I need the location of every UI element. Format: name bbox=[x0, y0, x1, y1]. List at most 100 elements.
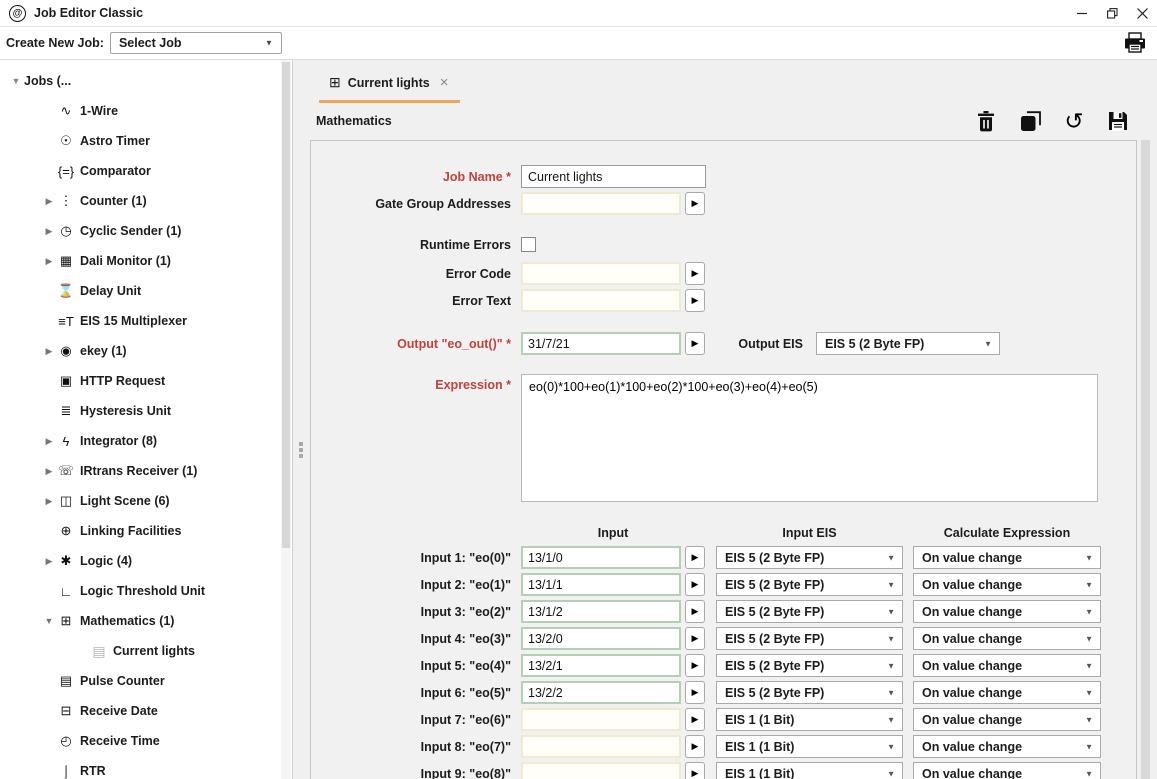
tree-item-ekey[interactable]: ▶ ◉ ekey (1) bbox=[0, 336, 292, 366]
tree-expander-icon[interactable]: ▶ bbox=[41, 466, 57, 477]
minimize-button[interactable] bbox=[1067, 0, 1097, 26]
sidebar-scrollbar-thumb[interactable] bbox=[282, 62, 290, 548]
input-eis-select[interactable]: EIS 1 (1 Bit) ▼ bbox=[716, 708, 903, 731]
tree-expander-icon[interactable]: ▼ bbox=[8, 76, 24, 86]
tree-expander-icon[interactable]: ▶ bbox=[41, 226, 57, 237]
runtime-errors-checkbox[interactable] bbox=[521, 237, 536, 252]
calculate-expression-select[interactable]: On value change ▼ bbox=[913, 627, 1101, 650]
print-button[interactable] bbox=[1123, 32, 1147, 54]
tree-item-irtrans-receiver[interactable]: ▶ ☏ IRtrans Receiver (1) bbox=[0, 456, 292, 486]
input-eis-select[interactable]: EIS 1 (1 Bit) ▼ bbox=[716, 735, 903, 758]
input-address-picker-button[interactable]: ▶ bbox=[685, 573, 705, 596]
tree-expander-icon[interactable]: ▶ bbox=[41, 556, 57, 567]
sidebar-scrollbar[interactable] bbox=[281, 60, 291, 779]
tree-item-rtr[interactable]: ⌡ RTR bbox=[0, 756, 292, 779]
input-address-picker-button[interactable]: ▶ bbox=[685, 627, 705, 650]
input-address-field[interactable] bbox=[521, 681, 681, 704]
job-type-select[interactable]: Select Job ▼ bbox=[110, 32, 282, 54]
calculate-expression-select[interactable]: On value change ▼ bbox=[913, 708, 1101, 731]
input-eis-select[interactable]: EIS 5 (2 Byte FP) ▼ bbox=[716, 546, 903, 569]
tree-item-receive-date[interactable]: ⊟ Receive Date bbox=[0, 696, 292, 726]
main-scrollbar-thumb[interactable] bbox=[1141, 140, 1150, 779]
input-address-picker-button[interactable]: ▶ bbox=[685, 762, 705, 779]
output-address-input[interactable] bbox=[521, 332, 681, 355]
undo-button[interactable]: ↺ bbox=[1062, 109, 1086, 133]
main-scrollbar[interactable] bbox=[1140, 140, 1151, 779]
error-code-picker-button[interactable]: ▶ bbox=[685, 262, 705, 285]
input-address-field[interactable] bbox=[521, 654, 681, 677]
sidebar-splitter[interactable] bbox=[293, 60, 309, 779]
close-button[interactable] bbox=[1127, 0, 1157, 26]
tree-expander-icon[interactable]: ▶ bbox=[41, 256, 57, 267]
calculate-expression-select[interactable]: On value change ▼ bbox=[913, 573, 1101, 596]
tree-item-dali-monitor[interactable]: ▶ ▦ Dali Monitor (1) bbox=[0, 246, 292, 276]
delete-button[interactable] bbox=[974, 109, 998, 133]
calculate-expression-value: On value change bbox=[922, 578, 1022, 592]
save-button[interactable] bbox=[1106, 109, 1130, 133]
restore-button[interactable] bbox=[1097, 0, 1127, 26]
tree-item-light-scene[interactable]: ▶ ◫ Light Scene (6) bbox=[0, 486, 292, 516]
calculate-expression-select[interactable]: On value change ▼ bbox=[913, 546, 1101, 569]
input-address-field[interactable] bbox=[521, 600, 681, 623]
tree-expander-icon[interactable]: ▶ bbox=[41, 346, 57, 357]
input-address-field[interactable] bbox=[521, 708, 681, 731]
tree-item-mathematics[interactable]: ▼ ⊞ Mathematics (1) bbox=[0, 606, 292, 636]
input-address-field[interactable] bbox=[521, 762, 681, 779]
expression-textarea[interactable] bbox=[521, 374, 1098, 502]
tab-current-lights[interactable]: ⊞ Current lights × bbox=[319, 65, 460, 103]
error-text-picker-button[interactable]: ▶ bbox=[685, 289, 705, 312]
tree-expander-icon[interactable]: ▶ bbox=[41, 436, 57, 447]
input-eis-select[interactable]: EIS 5 (2 Byte FP) ▼ bbox=[716, 654, 903, 677]
tree-item-eis15-multiplexer[interactable]: ≡T EIS 15 Multiplexer bbox=[0, 306, 292, 336]
job-name-input[interactable] bbox=[521, 165, 706, 188]
gate-group-addresses-input[interactable] bbox=[521, 192, 681, 215]
input-address-field[interactable] bbox=[521, 735, 681, 758]
input-eis-select[interactable]: EIS 5 (2 Byte FP) ▼ bbox=[716, 600, 903, 623]
trash-icon bbox=[977, 111, 995, 132]
calculate-expression-select[interactable]: On value change ▼ bbox=[913, 654, 1101, 677]
input-address-picker-button[interactable]: ▶ bbox=[685, 681, 705, 704]
tree-item-current-lights[interactable]: ▤ Current lights bbox=[0, 636, 292, 666]
tree-item-linking-facilities[interactable]: ⊕ Linking Facilities bbox=[0, 516, 292, 546]
input-eis-select[interactable]: EIS 5 (2 Byte FP) ▼ bbox=[716, 573, 903, 596]
input-address-picker-button[interactable]: ▶ bbox=[685, 708, 705, 731]
tree-item-logic[interactable]: ▶ ✱ Logic (4) bbox=[0, 546, 292, 576]
input-address-picker-button[interactable]: ▶ bbox=[685, 654, 705, 677]
tree-expander-icon[interactable]: ▶ bbox=[41, 196, 57, 207]
tree-item-hysteresis-unit[interactable]: ≣ Hysteresis Unit bbox=[0, 396, 292, 426]
input-address-field[interactable] bbox=[521, 546, 681, 569]
input-eis-select[interactable]: EIS 5 (2 Byte FP) ▼ bbox=[716, 681, 903, 704]
input-address-field[interactable] bbox=[521, 573, 681, 596]
output-picker-button[interactable]: ▶ bbox=[685, 332, 705, 355]
gate-address-picker-button[interactable]: ▶ bbox=[685, 192, 705, 215]
input-address-field[interactable] bbox=[521, 627, 681, 650]
copy-button[interactable] bbox=[1018, 109, 1042, 133]
tree-expander-icon[interactable]: ▶ bbox=[41, 496, 57, 507]
calculate-expression-select[interactable]: On value change ▼ bbox=[913, 735, 1101, 758]
error-text-input[interactable] bbox=[521, 289, 681, 312]
error-code-input[interactable] bbox=[521, 262, 681, 285]
tree-item-logic-threshold[interactable]: ∟ Logic Threshold Unit bbox=[0, 576, 292, 606]
tree-item-delay-unit[interactable]: ⌛ Delay Unit bbox=[0, 276, 292, 306]
tree-item-pulse-counter[interactable]: ▤ Pulse Counter bbox=[0, 666, 292, 696]
output-eis-select[interactable]: EIS 5 (2 Byte FP) ▼ bbox=[816, 332, 1000, 355]
calculate-expression-select[interactable]: On value change ▼ bbox=[913, 762, 1101, 779]
tree-item-integrator[interactable]: ▶ ϟ Integrator (8) bbox=[0, 426, 292, 456]
tree-item-jobs-root[interactable]: ▼ Jobs (... bbox=[0, 66, 292, 96]
tree-item-1-wire[interactable]: ∿ 1-Wire bbox=[0, 96, 292, 126]
input-eis-select[interactable]: EIS 1 (1 Bit) ▼ bbox=[716, 762, 903, 779]
input-address-picker-button[interactable]: ▶ bbox=[685, 735, 705, 758]
tree-item-counter[interactable]: ▶ ⋮ Counter (1) bbox=[0, 186, 292, 216]
tree-item-astro-timer[interactable]: ☉ Astro Timer bbox=[0, 126, 292, 156]
tab-close-icon[interactable]: × bbox=[440, 74, 449, 91]
tree-item-http-request[interactable]: ▣ HTTP Request bbox=[0, 366, 292, 396]
input-eis-select[interactable]: EIS 5 (2 Byte FP) ▼ bbox=[716, 627, 903, 650]
tree-item-receive-time[interactable]: ◴ Receive Time bbox=[0, 726, 292, 756]
input-address-picker-button[interactable]: ▶ bbox=[685, 600, 705, 623]
tree-item-cyclic-sender[interactable]: ▶ ◷ Cyclic Sender (1) bbox=[0, 216, 292, 246]
calculate-expression-select[interactable]: On value change ▼ bbox=[913, 681, 1101, 704]
tree-expander-icon[interactable]: ▼ bbox=[41, 616, 57, 626]
input-address-picker-button[interactable]: ▶ bbox=[685, 546, 705, 569]
tree-item-comparator[interactable]: {=} Comparator bbox=[0, 156, 292, 186]
calculate-expression-select[interactable]: On value change ▼ bbox=[913, 600, 1101, 623]
